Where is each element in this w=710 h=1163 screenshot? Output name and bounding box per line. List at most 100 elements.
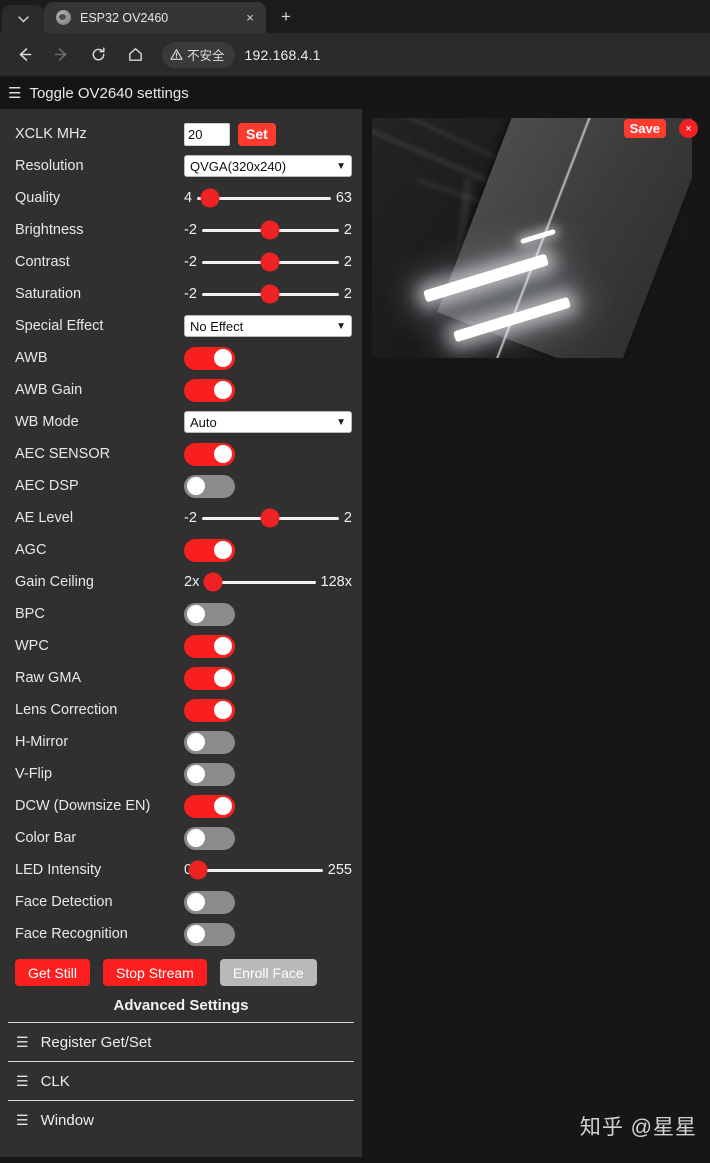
color-bar-label: Color Bar [15, 830, 77, 846]
h-mirror-toggle[interactable] [184, 730, 235, 754]
aec-dsp-label: AEC DSP [15, 478, 79, 494]
color-bar-toggle[interactable] [184, 826, 235, 850]
advanced-section-window[interactable]: ☰ Window [8, 1100, 354, 1139]
security-status-badge[interactable]: 不安全 [162, 41, 235, 68]
slider-max-label: 2 [343, 510, 352, 526]
slider-track[interactable] [188, 860, 323, 880]
address-bar[interactable]: 不安全 192.168.4.1 [162, 39, 702, 70]
tab-search-chevron-icon[interactable] [2, 5, 44, 33]
slider-track[interactable] [201, 252, 339, 272]
hamburger-menu-icon[interactable]: ☰ [8, 86, 21, 101]
slider-thumb[interactable] [260, 252, 280, 272]
advanced-section-label: CLK [40, 1072, 70, 1090]
toggle-knob [214, 445, 232, 463]
advanced-settings-title: Advanced Settings [113, 997, 249, 1014]
advanced-section-clk[interactable]: ☰ CLK [8, 1061, 354, 1100]
stop-stream-button[interactable]: Stop Stream [103, 959, 207, 986]
awb-gain-toggle[interactable] [184, 378, 235, 402]
v-flip-label: V-Flip [15, 766, 53, 782]
led-intensity-slider[interactable]: 0 255 [184, 860, 352, 880]
slider-track[interactable] [201, 508, 339, 528]
page-title[interactable]: Toggle OV2640 settings [29, 85, 188, 102]
bpc-toggle[interactable] [184, 602, 235, 626]
slider-thumb[interactable] [200, 188, 220, 208]
raw-gma-toggle[interactable] [184, 666, 235, 690]
browser-tab[interactable]: ESP32 OV2460 × [44, 2, 266, 33]
slider-min-label: -2 [184, 510, 197, 526]
face-recognition-toggle[interactable] [184, 922, 235, 946]
setting-row-dcw: DCW (Downsize EN) [8, 790, 354, 822]
chevron-down-icon: ▼ [336, 416, 346, 428]
slider-track[interactable] [203, 572, 316, 592]
slider-track[interactable] [201, 284, 339, 304]
agc-toggle[interactable] [184, 538, 235, 562]
wpc-toggle[interactable] [184, 634, 235, 658]
slider-track[interactable] [201, 220, 339, 240]
aec-sensor-toggle[interactable] [184, 442, 235, 466]
ae-level-slider[interactable]: -2 2 [184, 508, 352, 528]
slider-max-label: 2 [343, 254, 352, 270]
home-icon[interactable] [119, 39, 151, 71]
wpc-label: WPC [15, 638, 49, 654]
setting-row-aec-sensor: AEC SENSOR [8, 438, 354, 470]
special-effect-select[interactable]: No Effect ▼ [184, 315, 352, 337]
h-mirror-label: H-Mirror [15, 734, 69, 750]
slider-thumb[interactable] [260, 508, 280, 528]
bpc-label: BPC [15, 606, 45, 622]
close-icon[interactable]: × [679, 119, 698, 138]
slider-thumb[interactable] [188, 860, 208, 880]
saturation-label: Saturation [15, 286, 82, 302]
raw-gma-label: Raw GMA [15, 670, 82, 686]
slider-thumb[interactable] [260, 284, 280, 304]
advanced-section-register-get-set[interactable]: ☰ Register Get/Set [8, 1022, 354, 1061]
warning-icon [170, 49, 183, 60]
setting-row-lens-correction: Lens Correction [8, 694, 354, 726]
toggle-knob [214, 381, 232, 399]
aec-dsp-toggle[interactable] [184, 474, 235, 498]
quality-slider[interactable]: 4 63 [184, 188, 352, 208]
dcw-toggle[interactable] [184, 794, 235, 818]
contrast-slider[interactable]: -2 2 [184, 252, 352, 272]
brightness-slider[interactable]: -2 2 [184, 220, 352, 240]
face-detection-toggle[interactable] [184, 890, 235, 914]
close-icon[interactable]: × [240, 8, 260, 28]
resolution-select[interactable]: QVGA(320x240) ▼ [184, 155, 352, 177]
slider-thumb[interactable] [260, 220, 280, 240]
back-icon[interactable] [8, 39, 40, 71]
gain-ceiling-slider[interactable]: 2x 128x [184, 572, 352, 592]
face-recognition-label: Face Recognition [15, 926, 128, 942]
toggle-knob [187, 733, 205, 751]
setting-row-wpc: WPC [8, 630, 354, 662]
v-flip-toggle[interactable] [184, 762, 235, 786]
toggle-knob [214, 541, 232, 559]
saturation-slider[interactable]: -2 2 [184, 284, 352, 304]
slider-min-label: 4 [184, 190, 193, 206]
toggle-knob [187, 829, 205, 847]
slider-track[interactable] [197, 188, 331, 208]
resolution-value: QVGA(320x240) [190, 158, 287, 174]
set-button[interactable]: Set [238, 122, 276, 146]
setting-row-aec-dsp: AEC DSP [8, 470, 354, 502]
resolution-label: Resolution [15, 158, 84, 174]
slider-thumb[interactable] [203, 572, 223, 592]
enroll-face-button[interactable]: Enroll Face [219, 959, 317, 986]
new-tab-button[interactable]: + [272, 3, 300, 31]
xclk-label: XCLK MHz [15, 126, 87, 142]
browser-toolbar: 不安全 192.168.4.1 [0, 33, 710, 77]
page-body: XCLK MHz Set Resolution QVGA(320x240) ▼ [0, 109, 710, 1157]
aec-sensor-label: AEC SENSOR [15, 446, 111, 462]
setting-row-color-bar: Color Bar [8, 822, 354, 854]
lens-correction-toggle[interactable] [184, 698, 235, 722]
awb-toggle[interactable] [184, 346, 235, 370]
slider-min-label: 2x [184, 574, 200, 590]
wb-mode-select[interactable]: Auto ▼ [184, 411, 352, 433]
get-still-button[interactable]: Get Still [15, 959, 91, 986]
reload-icon[interactable] [82, 39, 114, 71]
security-status-label: 不安全 [187, 49, 225, 63]
forward-icon[interactable] [45, 39, 77, 71]
setting-row-saturation: Saturation -2 2 [8, 278, 354, 310]
xclk-input[interactable] [184, 122, 230, 146]
camera-settings-panel: XCLK MHz Set Resolution QVGA(320x240) ▼ [0, 109, 362, 1157]
brightness-label: Brightness [15, 222, 84, 238]
save-button[interactable]: Save [623, 119, 666, 138]
